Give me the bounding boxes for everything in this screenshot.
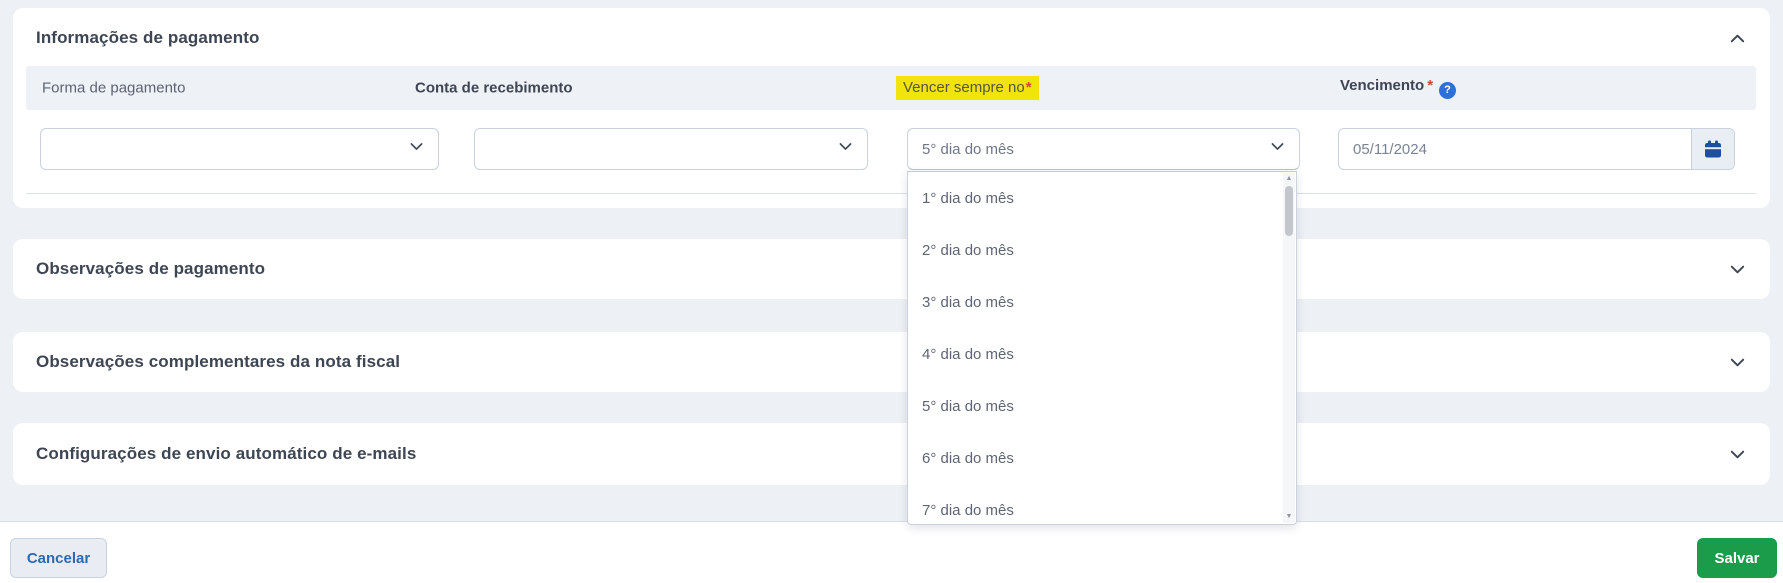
dropdown-option[interactable]: 1° dia do mês	[908, 172, 1296, 224]
scrollbar-thumb[interactable]	[1285, 186, 1293, 236]
payment-info-section: Informações de pagamento Forma de pagame…	[13, 8, 1770, 208]
payment-method-label: Forma de pagamento	[42, 79, 186, 97]
dropdown-option[interactable]: 2° dia do mês	[908, 224, 1296, 276]
footer-bar: Cancelar Salvar	[0, 521, 1783, 583]
required-asterisk: *	[1427, 77, 1434, 94]
cancel-button[interactable]: Cancelar	[10, 538, 107, 578]
required-asterisk: *	[1025, 79, 1032, 96]
expand-section-button[interactable]	[1726, 443, 1748, 465]
due-day-dropdown-panel: 1° dia do mês 2° dia do mês 3° dia do mê…	[907, 171, 1297, 525]
calendar-button[interactable]	[1691, 129, 1734, 169]
due-date-input[interactable]	[1339, 129, 1691, 169]
chevron-up-icon	[1730, 34, 1744, 42]
due-day-select[interactable]: 5° dia do mês	[907, 128, 1300, 170]
payment-info-title: Informações de pagamento	[36, 28, 260, 47]
chevron-down-icon	[837, 138, 854, 160]
chevron-down-icon	[1730, 450, 1744, 458]
chevron-down-icon	[1730, 358, 1744, 366]
dropdown-option[interactable]: 5° dia do mês	[908, 380, 1296, 432]
dropdown-option[interactable]: 6° dia do mês	[908, 432, 1296, 484]
payment-notes-title: Observações de pagamento	[36, 259, 266, 278]
dropdown-option[interactable]: 4° dia do mês	[908, 328, 1296, 380]
email-settings-section[interactable]: Configurações de envio automático de e-m…	[13, 423, 1770, 485]
receiving-account-label: Conta de recebimento	[415, 79, 573, 97]
due-date-field	[1338, 128, 1735, 170]
chevron-down-icon	[408, 138, 425, 160]
due-day-selected-value: 5° dia do mês	[922, 140, 1014, 158]
due-day-label-highlight: Vencer sempre no*	[896, 76, 1039, 100]
due-date-label: Vencimento *?	[1340, 77, 1457, 99]
dropdown-option[interactable]: 3° dia do mês	[908, 276, 1296, 328]
dropdown-scrollbar[interactable]: ▲ ▼	[1283, 173, 1295, 523]
receiving-account-select[interactable]	[474, 128, 868, 170]
email-settings-title: Configurações de envio automático de e-m…	[36, 444, 417, 463]
expand-section-button[interactable]	[1726, 351, 1748, 373]
chevron-down-icon	[1269, 138, 1286, 160]
form-divider	[26, 193, 1756, 194]
invoice-notes-title: Observações complementares da nota fisca…	[36, 352, 401, 371]
chevron-down-icon	[1730, 265, 1744, 273]
scroll-up-arrow-icon[interactable]: ▲	[1283, 173, 1295, 185]
due-day-label: Vencer sempre no*	[896, 76, 1039, 100]
save-button[interactable]: Salvar	[1697, 538, 1777, 578]
field-labels-row: Forma de pagamento Conta de recebimento …	[26, 66, 1756, 110]
payment-notes-section[interactable]: Observações de pagamento	[13, 239, 1770, 299]
scroll-down-arrow-icon[interactable]: ▼	[1283, 511, 1295, 523]
calendar-icon	[1705, 140, 1721, 158]
help-icon[interactable]: ?	[1439, 82, 1457, 99]
expand-section-button[interactable]	[1726, 258, 1748, 280]
dropdown-option[interactable]: 7° dia do mês	[908, 484, 1296, 524]
payment-method-select[interactable]	[40, 128, 439, 170]
collapse-section-button[interactable]	[1726, 27, 1748, 49]
invoice-notes-section[interactable]: Observações complementares da nota fisca…	[13, 332, 1770, 392]
